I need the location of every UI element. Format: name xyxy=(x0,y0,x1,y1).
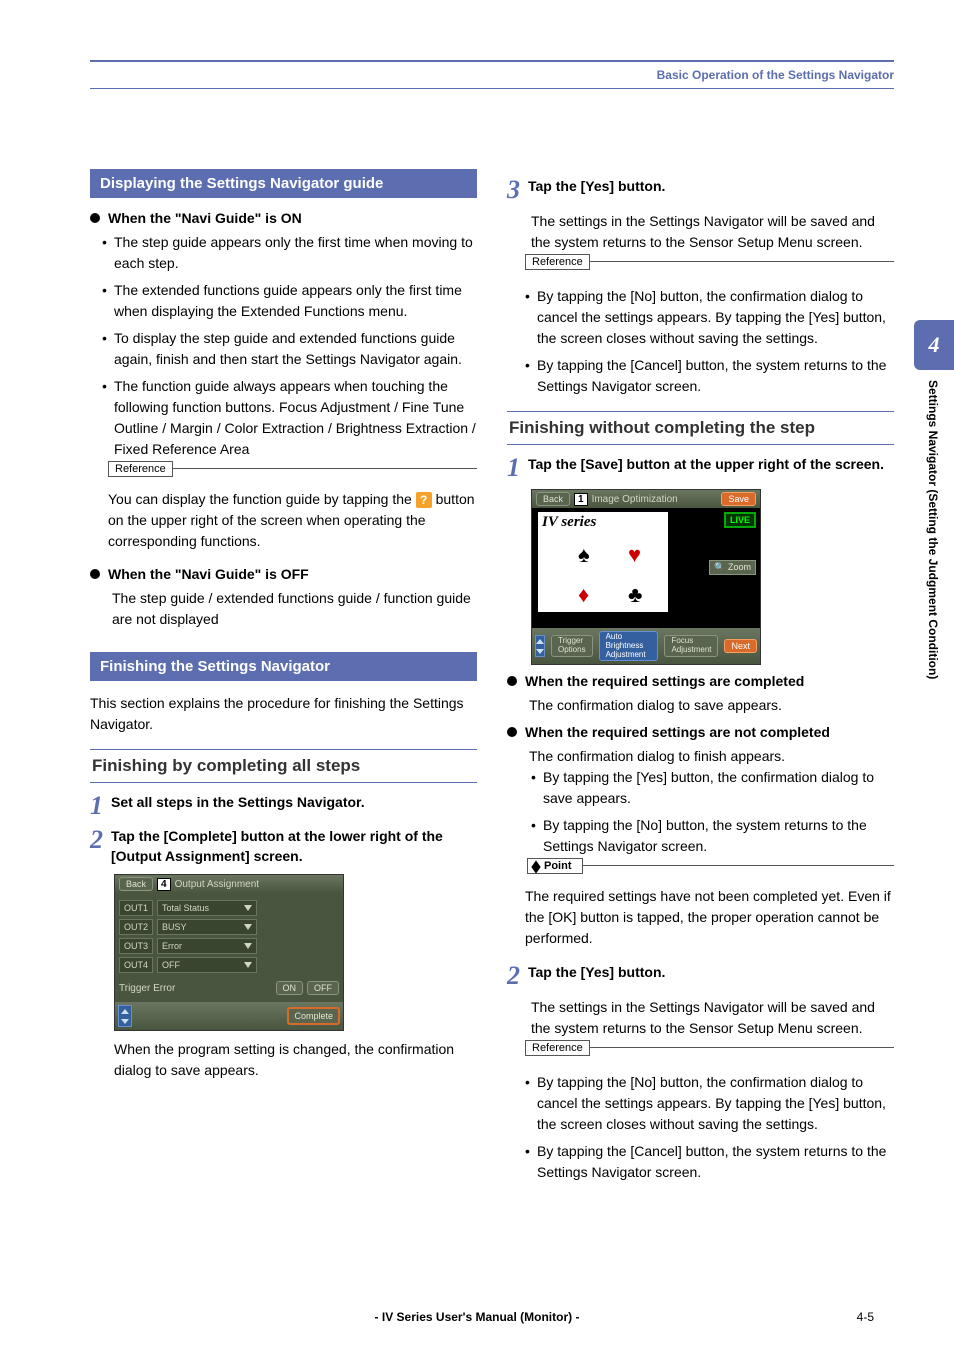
ss-next-button: Next xyxy=(724,639,757,653)
ss-step-number: 1 xyxy=(574,493,588,506)
bullet-icon xyxy=(507,727,517,737)
req-done-heading: When the required settings are completed xyxy=(525,673,804,689)
reference-body: You can display the function guide by ta… xyxy=(108,489,477,552)
section-finishing-navigator: Finishing the Settings Navigator xyxy=(90,652,477,681)
ss-complete-button: Complete xyxy=(287,1007,340,1025)
step-number-1: 1 xyxy=(90,793,103,819)
ss-save-button: Save xyxy=(721,492,756,506)
r-step-2-heading: Tap the [Yes] button. xyxy=(528,963,665,983)
heart-icon: ♥ xyxy=(628,542,641,568)
step-1-heading: Set all steps in the Settings Navigator. xyxy=(111,793,365,813)
reference-label: Reference xyxy=(525,254,590,270)
step-2-heading: Tap the [Complete] button at the lower r… xyxy=(111,827,477,866)
ss-updown-icon xyxy=(118,1005,132,1027)
ss-focus-button: Focus Adjustment xyxy=(664,635,718,657)
image-optimization-screenshot: Back 1 Image Optimization Save IV series… xyxy=(531,489,761,665)
reference-label: Reference xyxy=(525,1040,590,1056)
bullet-icon xyxy=(90,213,100,223)
reference-item: By tapping the [No] button, the confirma… xyxy=(537,1072,894,1135)
output-assignment-screenshot: Back 4 Output Assignment OUT1Total Statu… xyxy=(114,874,344,1031)
navi-off-heading: When the "Navi Guide" is OFF xyxy=(108,566,309,582)
req-not-item: By tapping the [Yes] button, the confirm… xyxy=(543,767,894,809)
ss-title: Output Assignment xyxy=(175,879,260,890)
req-not-heading: When the required settings are not compl… xyxy=(525,724,830,740)
navi-on-item: The extended functions guide appears onl… xyxy=(114,280,477,322)
footer-text: - IV Series User's Manual (Monitor) - xyxy=(375,1310,580,1324)
ss-zoom-button: 🔍 Zoom xyxy=(709,560,756,575)
finishing-intro: This section explains the procedure for … xyxy=(90,693,477,735)
reference-item: By tapping the [Cancel] button, the syst… xyxy=(537,355,894,397)
step-number-1: 1 xyxy=(507,455,520,481)
ss-updown-icon xyxy=(535,635,545,657)
ss-step-number: 4 xyxy=(157,878,171,891)
navi-on-heading: When the "Navi Guide" is ON xyxy=(108,210,302,226)
point-body: The required settings have not been comp… xyxy=(525,886,894,949)
bullet-icon xyxy=(90,569,100,579)
ss-iv-card: IV series ♠ ♥ ♦ ♣ xyxy=(538,512,668,612)
navi-on-item: The function guide always appears when t… xyxy=(114,376,477,460)
step-3-heading: Tap the [Yes] button. xyxy=(528,177,665,197)
ss-auto-button: Auto Brightness Adjustment xyxy=(599,631,659,661)
ss-title: Image Optimization xyxy=(592,494,678,505)
help-icon: ? xyxy=(416,492,432,508)
req-not-item: By tapping the [No] button, the system r… xyxy=(543,815,894,857)
step-number-2: 2 xyxy=(90,827,103,853)
step-3-body: The settings in the Settings Navigator w… xyxy=(531,211,894,253)
reference-label: Reference xyxy=(108,461,173,477)
page-number: 4-5 xyxy=(857,1310,874,1324)
reference-item: By tapping the [No] button, the confirma… xyxy=(537,286,894,349)
ss-back-button: Back xyxy=(119,877,153,891)
ss-back-button: Back xyxy=(536,492,570,506)
ss-live-badge: LIVE xyxy=(724,512,756,528)
navi-off-body: The step guide / extended functions guid… xyxy=(112,588,477,630)
reference-item: By tapping the [Cancel] button, the syst… xyxy=(537,1141,894,1183)
subsection-all-steps: Finishing by completing all steps xyxy=(90,749,477,783)
section-displaying-guide: Displaying the Settings Navigator guide xyxy=(90,169,477,198)
club-icon: ♣ xyxy=(628,582,642,608)
step-number-2: 2 xyxy=(507,963,520,989)
r-step-2-body: The settings in the Settings Navigator w… xyxy=(531,997,894,1039)
req-not-body: The confirmation dialog to finish appear… xyxy=(529,746,894,767)
chapter-tab-text: Settings Navigator (Setting the Judgment… xyxy=(914,370,952,850)
bullet-icon xyxy=(507,676,517,686)
step-2-body: When the program setting is changed, the… xyxy=(114,1039,477,1081)
step-number-3: 3 xyxy=(507,177,520,203)
subsection-without-completing: Finishing without completing the step xyxy=(507,411,894,445)
spade-icon: ♠ xyxy=(578,542,590,568)
diamond-icon: ♦ xyxy=(578,582,589,608)
r-step-1-heading: Tap the [Save] button at the upper right… xyxy=(528,455,884,475)
running-header: Basic Operation of the Settings Navigato… xyxy=(90,68,894,82)
navi-on-item: To display the step guide and extended f… xyxy=(114,328,477,370)
req-done-body: The confirmation dialog to save appears. xyxy=(529,695,894,716)
chapter-tab-number: 4 xyxy=(914,320,954,370)
point-label: Point xyxy=(527,858,583,874)
ss-trigger-button: Trigger Options xyxy=(551,635,593,657)
navi-on-item: The step guide appears only the first ti… xyxy=(114,232,477,274)
